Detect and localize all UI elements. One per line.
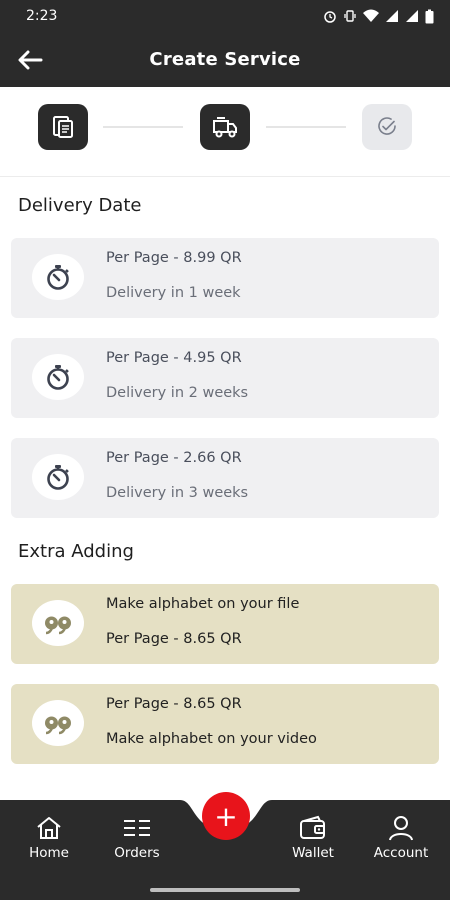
delivery-time: Delivery in 3 weeks [106, 485, 249, 501]
signal-icon [386, 10, 398, 22]
nav-account[interactable]: Account [361, 815, 441, 861]
nav-account-label: Account [373, 845, 429, 861]
nav-home-label: Home [29, 845, 69, 861]
delivery-time: Delivery in 1 week [106, 285, 241, 301]
step-connector [103, 126, 183, 128]
signal2-icon [406, 10, 418, 22]
step-document[interactable] [38, 104, 88, 150]
delivery-option-2weeks[interactable]: Per Page - 4.95 QR Delivery in 2 weeks [11, 338, 439, 418]
timer-icon-circle [32, 354, 84, 400]
add-service-button[interactable]: + [202, 792, 250, 840]
wifi-icon [363, 9, 379, 22]
step-connector [266, 126, 346, 128]
vibrate-icon [344, 10, 356, 22]
quote-icon [45, 616, 71, 635]
account-icon [389, 816, 413, 841]
stopwatch-icon [47, 365, 69, 390]
home-icon [37, 817, 61, 839]
quote-icon-circle [32, 700, 84, 746]
extra-price: Per Page - 8.65 QR [106, 696, 242, 712]
step-confirm[interactable] [362, 104, 412, 150]
nav-wallet[interactable]: Wallet [273, 815, 353, 861]
status-time: 2:23 [26, 8, 58, 24]
delivery-option-3weeks[interactable]: Per Page - 2.66 QR Delivery in 3 weeks [11, 438, 439, 518]
extra-section-title: Extra Adding [18, 541, 134, 562]
page-title: Create Service [149, 49, 301, 70]
stopwatch-icon [47, 465, 69, 490]
document-icon [53, 116, 73, 138]
extra-title: Make alphabet on your file [106, 596, 300, 612]
wallet-icon [300, 815, 325, 839]
check-circle-icon [378, 117, 396, 135]
nav-orders-label: Orders [114, 845, 160, 861]
battery-icon [425, 9, 434, 23]
quote-icon [45, 716, 71, 735]
arrow-left-icon [18, 50, 43, 70]
delivery-price: Per Page - 4.95 QR [106, 350, 242, 366]
timer-icon-circle [32, 454, 84, 500]
extra-option-video[interactable]: Per Page - 8.65 QR Make alphabet on your… [11, 684, 439, 764]
orders-list-icon [124, 820, 150, 836]
delivery-price: Per Page - 8.99 QR [106, 250, 242, 266]
app-bar: Create Service [0, 32, 450, 87]
status-bar: 2:23 [0, 0, 450, 32]
delivery-option-1week[interactable]: Per Page - 8.99 QR Delivery in 1 week [11, 238, 439, 318]
back-button[interactable] [14, 44, 46, 76]
extra-price: Per Page - 8.65 QR [106, 631, 242, 647]
step-delivery[interactable] [200, 104, 250, 150]
quote-icon-circle [32, 600, 84, 646]
extra-option-file[interactable]: Make alphabet on your file Per Page - 8.… [11, 584, 439, 664]
stopwatch-icon [47, 265, 69, 290]
timer-icon-circle [32, 254, 84, 300]
delivery-section-title: Delivery Date [18, 195, 142, 216]
extra-title: Make alphabet on your video [106, 731, 317, 747]
nav-wallet-label: Wallet [292, 845, 334, 861]
plus-icon: + [214, 799, 238, 833]
gesture-home-bar[interactable] [150, 888, 300, 892]
delivery-time: Delivery in 2 weeks [106, 385, 249, 401]
delivery-price: Per Page - 2.66 QR [106, 450, 242, 466]
status-icons [323, 9, 434, 24]
nav-orders[interactable]: Orders [97, 815, 177, 861]
nav-home[interactable]: Home [9, 815, 89, 861]
delivery-truck-icon [213, 117, 237, 138]
progress-stepper [0, 87, 450, 177]
alarm-icon [324, 11, 336, 23]
